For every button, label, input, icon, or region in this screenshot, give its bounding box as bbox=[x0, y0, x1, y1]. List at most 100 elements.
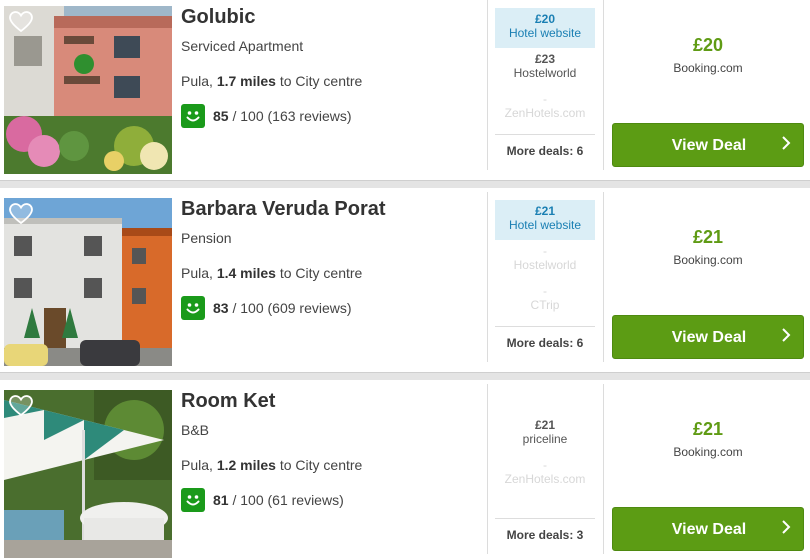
best-deal: £20 Booking.com bbox=[612, 6, 804, 75]
distance: 1.7 miles bbox=[216, 73, 276, 89]
deal-site: Hotel website bbox=[508, 218, 582, 232]
hotel-location: Pula, 1.4 miles to City centre bbox=[181, 265, 363, 281]
deal-site: CTrip bbox=[530, 298, 560, 312]
deal-price: - bbox=[543, 284, 547, 298]
rating-score: 81 bbox=[213, 492, 229, 508]
heart-icon[interactable] bbox=[9, 203, 33, 225]
divider bbox=[487, 384, 488, 554]
card-separator bbox=[0, 180, 810, 188]
listing-card: Golubic Serviced Apartment Pula, 1.7 mil… bbox=[0, 0, 810, 180]
deal-site: Hostelworld bbox=[513, 66, 577, 80]
accommodation-type: Pension bbox=[181, 230, 232, 246]
location-city: Pula bbox=[181, 73, 210, 89]
hotel-photo[interactable] bbox=[4, 6, 172, 174]
rating-suffix: / 100 (61 reviews) bbox=[232, 492, 344, 508]
deal-item[interactable]: £21 priceline bbox=[495, 414, 595, 454]
view-deal-label: View Deal bbox=[671, 137, 747, 154]
location-city: Pula bbox=[181, 265, 210, 281]
distance-suffix: to City centre bbox=[279, 457, 363, 473]
deal-price: £21 bbox=[534, 204, 556, 218]
smiley-icon bbox=[181, 104, 205, 128]
hotel-photo[interactable] bbox=[4, 390, 172, 558]
distance-suffix: to City centre bbox=[279, 73, 363, 89]
smiley-icon bbox=[181, 296, 205, 320]
hotel-name[interactable]: Golubic bbox=[181, 6, 481, 28]
deal-price: £20 bbox=[534, 12, 556, 26]
hotel-info: Barbara Veruda Porat Pension Pula, 1.4 m… bbox=[181, 198, 481, 320]
distance: 1.2 miles bbox=[216, 457, 276, 473]
hotel-name[interactable]: Barbara Veruda Porat bbox=[181, 198, 481, 220]
best-site: Booking.com bbox=[673, 253, 743, 267]
best-site: Booking.com bbox=[673, 445, 743, 459]
deals-list: £21 Hotel website - Hostelworld - CTrip bbox=[495, 200, 595, 320]
hotel-info: Room Ket B&B Pula, 1.2 miles to City cen… bbox=[181, 390, 481, 512]
rating-text: 83 / 100 (609 reviews) bbox=[213, 300, 352, 316]
hotel-location: Pula, 1.2 miles to City centre bbox=[181, 457, 363, 473]
hotel-photo[interactable] bbox=[4, 198, 172, 366]
rating-suffix: / 100 (163 reviews) bbox=[232, 108, 352, 124]
divider bbox=[603, 192, 604, 362]
deal-item[interactable]: £21 Hotel website bbox=[495, 200, 595, 240]
deal-price: - bbox=[543, 92, 547, 106]
location-city: Pula bbox=[181, 457, 210, 473]
accommodation-type: Serviced Apartment bbox=[181, 38, 304, 54]
view-deal-button[interactable]: View Deal bbox=[612, 315, 804, 359]
chevron-right-icon bbox=[781, 135, 791, 156]
rating: 83 / 100 (609 reviews) bbox=[181, 296, 481, 320]
view-deal-button[interactable]: View Deal bbox=[612, 123, 804, 167]
rating-score: 83 bbox=[213, 300, 229, 316]
deal-price: £23 bbox=[534, 52, 556, 66]
divider bbox=[603, 0, 604, 170]
rating-text: 81 / 100 (61 reviews) bbox=[213, 492, 344, 508]
more-deals-link[interactable]: More deals: 6 bbox=[495, 134, 595, 158]
accommodation-type: B&B bbox=[181, 422, 210, 438]
best-price: £20 bbox=[692, 35, 724, 55]
deal-site: Hotel website bbox=[508, 26, 582, 40]
deal-item[interactable]: £20 Hotel website bbox=[495, 8, 595, 48]
more-deals-link[interactable]: More deals: 3 bbox=[495, 518, 595, 542]
view-deal-button[interactable]: View Deal bbox=[612, 507, 804, 551]
divider bbox=[487, 0, 488, 170]
deal-price: - bbox=[543, 458, 547, 472]
deal-item[interactable]: - Hostelworld bbox=[495, 240, 595, 280]
rating-text: 85 / 100 (163 reviews) bbox=[213, 108, 352, 124]
listing-card: Barbara Veruda Porat Pension Pula, 1.4 m… bbox=[0, 192, 810, 372]
deal-item[interactable]: - ZenHotels.com bbox=[495, 454, 595, 494]
deal-item[interactable]: - ZenHotels.com bbox=[495, 88, 595, 128]
deal-price: - bbox=[543, 244, 547, 258]
distance-suffix: to City centre bbox=[279, 265, 363, 281]
deal-site: ZenHotels.com bbox=[504, 106, 586, 120]
hotel-name[interactable]: Room Ket bbox=[181, 390, 481, 412]
deal-site: Hostelworld bbox=[513, 258, 577, 272]
best-price: £21 bbox=[692, 419, 724, 439]
rating-suffix: / 100 (609 reviews) bbox=[232, 300, 352, 316]
heart-icon[interactable] bbox=[9, 11, 33, 33]
chevron-right-icon bbox=[781, 327, 791, 348]
more-deals-link[interactable]: More deals: 6 bbox=[495, 326, 595, 350]
best-deal: £21 Booking.com bbox=[612, 390, 804, 459]
view-deal-label: View Deal bbox=[671, 521, 747, 538]
smiley-icon bbox=[181, 488, 205, 512]
deals-list: £20 Hotel website £23 Hostelworld - ZenHote… bbox=[495, 8, 595, 128]
rating-score: 85 bbox=[213, 108, 229, 124]
hotel-location: Pula, 1.7 miles to City centre bbox=[181, 73, 363, 89]
card-separator bbox=[0, 372, 810, 380]
listing-card: Room Ket B&B Pula, 1.2 miles to City cen… bbox=[0, 384, 810, 560]
best-deal: £21 Booking.com bbox=[612, 198, 804, 267]
heart-icon[interactable] bbox=[9, 395, 33, 417]
hotel-info: Golubic Serviced Apartment Pula, 1.7 mil… bbox=[181, 6, 481, 128]
divider bbox=[487, 192, 488, 362]
rating: 81 / 100 (61 reviews) bbox=[181, 488, 481, 512]
distance: 1.4 miles bbox=[216, 265, 276, 281]
view-deal-label: View Deal bbox=[671, 329, 747, 346]
deal-site: ZenHotels.com bbox=[504, 472, 586, 486]
best-site: Booking.com bbox=[673, 61, 743, 75]
chevron-right-icon bbox=[781, 519, 791, 540]
deal-site: priceline bbox=[522, 432, 568, 446]
deal-price: £21 bbox=[534, 418, 556, 432]
rating: 85 / 100 (163 reviews) bbox=[181, 104, 481, 128]
deal-item[interactable]: £23 Hostelworld bbox=[495, 48, 595, 88]
deals-list: £21 priceline - ZenHotels.com bbox=[495, 414, 595, 494]
divider bbox=[603, 384, 604, 554]
deal-item[interactable]: - CTrip bbox=[495, 280, 595, 320]
